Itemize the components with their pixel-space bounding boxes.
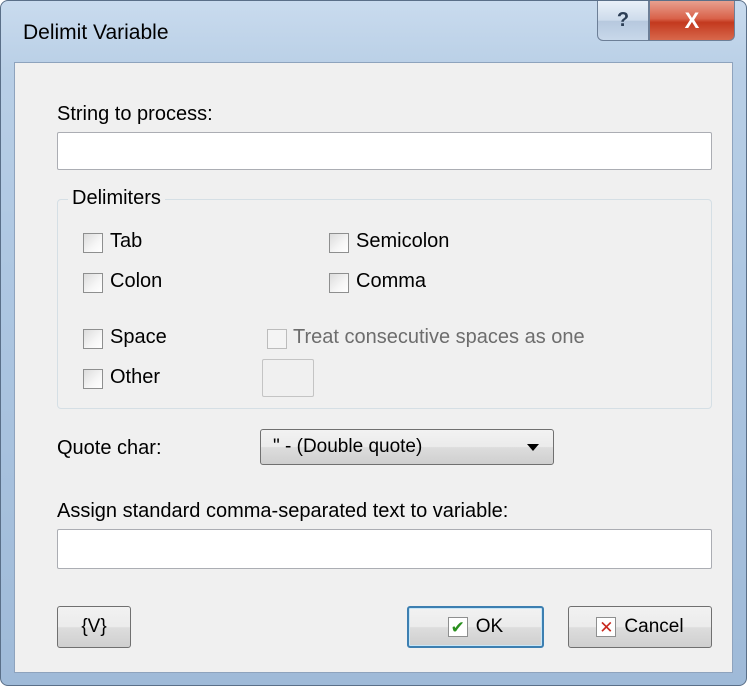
consecutive-spaces-checkbox[interactable] [267,329,287,349]
other-delimiter-input[interactable] [262,359,314,397]
title-bar[interactable]: Delimit Variable ? X [1,1,746,61]
tab-label[interactable]: Tab [110,230,142,253]
assign-variable-input[interactable] [57,529,712,569]
chevron-down-icon[interactable] [527,444,539,451]
colon-label[interactable]: Colon [110,270,162,293]
help-button[interactable]: ? [597,1,649,41]
ok-label: OK [475,616,504,637]
ok-button[interactable]: ✔ OK [407,606,544,648]
consecutive-spaces-label[interactable]: Treat consecutive spaces as one [293,326,585,349]
delimit-variable-dialog: Delimit Variable ? X String to process: … [0,0,747,686]
insert-variable-button[interactable]: {V} [57,606,131,648]
space-label[interactable]: Space [110,326,167,349]
cross-icon: ✕ [596,617,617,637]
comma-checkbox[interactable] [329,273,349,293]
dialog-client-area: String to process: Delimiters Tab Semico… [14,62,733,673]
other-label[interactable]: Other [110,366,160,389]
semicolon-checkbox[interactable] [329,233,349,253]
colon-checkbox[interactable] [83,273,103,293]
quote-char-selected-value: " - (Double quote) [273,436,423,457]
tab-checkbox[interactable] [83,233,103,253]
quote-char-select[interactable]: " - (Double quote) [260,429,554,465]
insert-variable-label: {V} [81,616,107,637]
other-checkbox[interactable] [83,369,103,389]
string-to-process-label: String to process: [57,103,213,125]
comma-label[interactable]: Comma [356,270,426,293]
close-button[interactable]: X [649,1,735,41]
quote-char-label: Quote char: [57,437,162,459]
window-title: Delimit Variable [23,21,169,44]
string-to-process-input[interactable] [57,132,712,170]
space-checkbox[interactable] [83,329,103,349]
delimiters-group-label: Delimiters [68,187,165,210]
help-icon: ? [616,9,630,31]
close-icon: X [684,7,700,33]
assign-variable-label: Assign standard comma-separated text to … [57,500,509,522]
semicolon-label[interactable]: Semicolon [356,230,449,253]
checkmark-icon: ✔ [447,617,468,637]
cancel-button[interactable]: ✕ Cancel [568,606,712,648]
cancel-label: Cancel [624,616,684,637]
